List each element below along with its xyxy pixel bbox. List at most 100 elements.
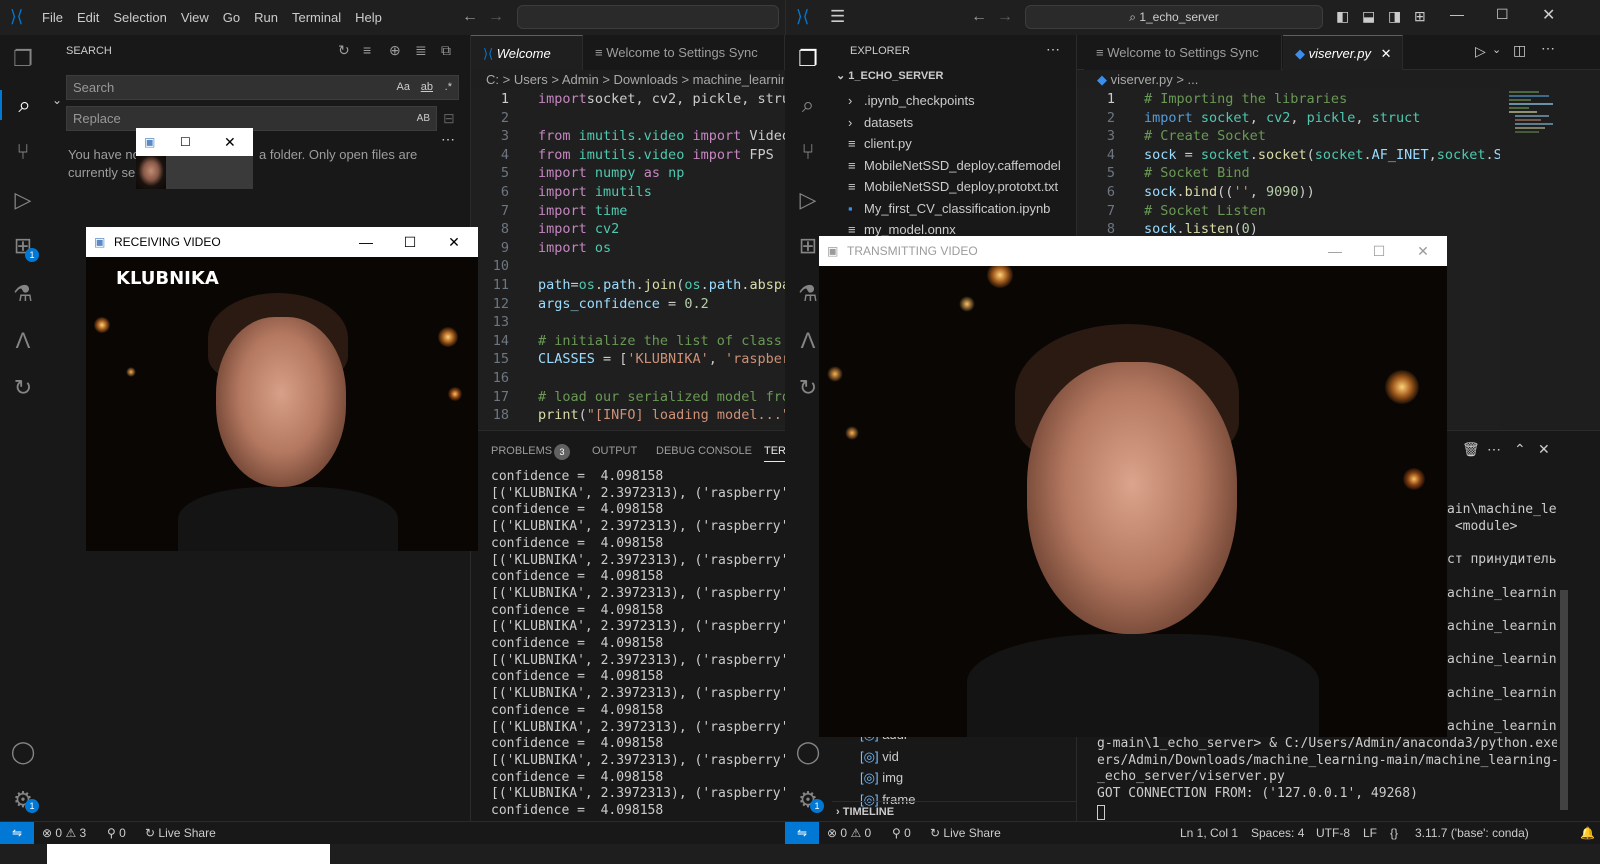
command-center[interactable] xyxy=(517,5,779,29)
code-line[interactable]: # Socket Listen xyxy=(1144,202,1500,221)
toggle-panel-icon[interactable]: ⬓ xyxy=(1362,8,1375,25)
minimize-icon[interactable]: — xyxy=(1450,6,1464,22)
editor-more-icon[interactable]: ⋯ xyxy=(1541,40,1555,57)
preserve-case-icon[interactable]: AB xyxy=(417,107,430,130)
timeline-section[interactable]: › TIMELINE xyxy=(832,801,1076,821)
indentation[interactable]: Spaces: 4 xyxy=(1251,822,1304,844)
code-line[interactable]: importsocket, cv2, pickle, struc xyxy=(538,90,785,109)
right-breadcrumb[interactable]: ◆ viserver.py > ... xyxy=(1097,72,1198,88)
ports-status-right[interactable]: ⚲ 0 xyxy=(892,822,911,844)
code-line[interactable]: sock.bind(('', 9090)) xyxy=(1144,183,1500,202)
outline-item[interactable]: [◎] vid xyxy=(832,746,899,768)
code-line[interactable]: import os xyxy=(538,239,785,258)
toggle-secondary-sidebar-icon[interactable]: ◨ xyxy=(1388,8,1401,25)
explorer-item[interactable]: › .ipynb_checkpoints xyxy=(832,90,975,112)
code-line[interactable]: # initialize the list of class la xyxy=(538,332,785,351)
explorer-item[interactable]: ≡ client.py xyxy=(832,133,912,155)
menu-edit[interactable]: Edit xyxy=(70,0,106,35)
code-line[interactable] xyxy=(538,109,785,128)
notifications-bell-icon[interactable]: 🔔 xyxy=(1580,822,1595,844)
source-control-icon[interactable]: ⑂ xyxy=(8,137,38,167)
explorer-icon-right[interactable]: ❐ xyxy=(793,44,823,74)
code-line[interactable]: sock = socket.socket(socket.AF_INET,sock… xyxy=(1144,146,1500,165)
collapse-all-icon[interactable]: ≣ xyxy=(415,42,427,59)
outline-item[interactable]: [◎] img xyxy=(832,767,903,789)
encoding[interactable]: UTF-8 xyxy=(1316,822,1350,844)
testing-icon[interactable]: ⚗ xyxy=(8,279,38,309)
code-line[interactable]: print("[INFO] loading model...") xyxy=(538,406,785,425)
minimap[interactable] xyxy=(1505,89,1555,149)
run-options-chevron-icon[interactable]: ⌄ xyxy=(1492,43,1501,56)
receiving-minimize-icon[interactable]: — xyxy=(344,227,388,257)
small-preview-window[interactable]: ▣ ☐ ✕ xyxy=(136,128,253,189)
menu-go[interactable]: Go xyxy=(216,0,247,35)
tab-welcome[interactable]: ⟩⟨ Welcome xyxy=(471,35,583,70)
clear-results-icon[interactable]: ≡ xyxy=(363,42,371,58)
customize-layout-icon[interactable]: ⊞ xyxy=(1414,8,1426,25)
transmitting-video-window[interactable]: ▣ TRANSMITTING VIDEO — ☐ ✕ xyxy=(819,236,1447,737)
explorer-item[interactable]: ≡ MobileNetSSD_deploy.caffemodel xyxy=(832,155,1061,177)
search-input[interactable]: Search Aa ab .* xyxy=(66,75,459,100)
tab-settings-sync-right[interactable]: ≡ Welcome to Settings Sync xyxy=(1084,35,1282,70)
close-panel-icon[interactable]: ✕ xyxy=(1538,441,1550,458)
hamburger-menu-icon[interactable]: ☰ xyxy=(830,7,845,27)
replace-all-icon[interactable]: ⊟ xyxy=(443,110,455,127)
code-line[interactable]: import numpy as np xyxy=(538,164,785,183)
kill-terminal-icon[interactable]: 🗑 xyxy=(1462,441,1480,458)
code-line[interactable]: # Socket Bind xyxy=(1144,164,1500,183)
toggle-replace-chevron-icon[interactable]: ⌄ xyxy=(52,93,62,107)
small-close-icon[interactable]: ✕ xyxy=(224,128,236,156)
code-line[interactable]: from imutils.video import VideoSt xyxy=(538,127,785,146)
panel-tab-debug-console[interactable]: DEBUG CONSOLE xyxy=(656,440,752,462)
left-terminal[interactable]: confidence = 4.098158 [('KLUBNIKA', 2.397… xyxy=(491,469,785,821)
receiving-video-window[interactable]: ▣ RECEIVING VIDEO — ☐ ✕ KLUBNIKA xyxy=(86,227,478,551)
accounts-icon[interactable]: ◯ xyxy=(8,737,38,767)
transmitting-close-icon[interactable]: ✕ xyxy=(1401,236,1445,266)
match-whole-word-icon[interactable]: ab xyxy=(421,76,433,99)
code-line[interactable]: args_confidence = 0.2 xyxy=(538,295,785,314)
explorer-more-icon[interactable]: ⋯ xyxy=(1046,41,1060,58)
code-line[interactable]: # Create Socket xyxy=(1144,127,1500,146)
code-line[interactable] xyxy=(538,257,785,276)
forward-arrow-icon-right[interactable]: → xyxy=(997,8,1013,26)
menu-selection[interactable]: Selection xyxy=(106,0,173,35)
code-line[interactable]: # Importing the libraries xyxy=(1144,90,1500,109)
menu-terminal[interactable]: Terminal xyxy=(285,0,348,35)
explorer-item[interactable]: › datasets xyxy=(832,112,913,134)
code-line[interactable]: import socket, cv2, pickle, struct xyxy=(1144,109,1500,128)
receiving-close-icon[interactable]: ✕ xyxy=(432,227,476,257)
code-line[interactable]: path=os.path.join(os.path.abspath xyxy=(538,276,785,295)
code-line[interactable]: import cv2 xyxy=(538,220,785,239)
toggle-sidebar-icon[interactable]: ◧ xyxy=(1336,8,1349,25)
run-debug-icon-right[interactable]: ▷ xyxy=(793,185,823,215)
live-share-status-right[interactable]: ↻ Live Share xyxy=(930,822,1001,844)
run-python-icon[interactable]: ▷ xyxy=(1475,43,1486,60)
source-control-icon-right[interactable]: ⑂ xyxy=(793,137,823,167)
match-case-icon[interactable]: Aa xyxy=(397,76,410,99)
new-search-editor-icon[interactable]: ⊕ xyxy=(389,42,401,59)
more-options-icon[interactable]: ⋯ xyxy=(441,131,455,148)
maximize-icon[interactable]: ☐ xyxy=(1496,6,1509,23)
problems-status-right[interactable]: ⊗ 0 ⚠ 0 xyxy=(827,822,871,844)
ports-status[interactable]: ⚲ 0 xyxy=(107,822,126,844)
code-line[interactable] xyxy=(538,313,785,332)
terminal-scrollbar[interactable] xyxy=(1560,590,1568,810)
right-terminal[interactable]: g-main\1_echo_server> & C:/Users/Admin/a… xyxy=(1097,736,1557,821)
panel-tab-output[interactable]: OUTPUT xyxy=(592,440,637,462)
forward-arrow-icon[interactable]: → xyxy=(488,8,504,26)
explorer-icon[interactable]: ❐ xyxy=(8,44,38,74)
right-terminal-fragments[interactable]: ain\machine_le <module> ст принудитель ach… xyxy=(1447,502,1557,742)
command-center-right[interactable]: ⌕ 1_echo_server xyxy=(1025,5,1323,29)
menu-view[interactable]: View xyxy=(174,0,216,35)
code-line[interactable] xyxy=(538,369,785,388)
tab-settings-sync[interactable]: ≡ Welcome to Settings Sync xyxy=(583,35,785,70)
problems-status[interactable]: ⊗ 0 ⚠ 3 xyxy=(42,822,86,844)
remote-indicator-right[interactable]: ⇋ xyxy=(785,822,819,844)
azure-icon[interactable]: Λ xyxy=(8,326,38,356)
left-breadcrumb[interactable]: C: > Users > Admin > Downloads > machine… xyxy=(486,72,784,87)
menu-help[interactable]: Help xyxy=(348,0,389,35)
explorer-item[interactable]: ▪ My_first_CV_classification.ipynb xyxy=(832,198,1050,220)
maximize-panel-icon[interactable]: ⌃ xyxy=(1514,441,1526,458)
run-debug-icon[interactable]: ▷ xyxy=(8,185,38,215)
search-icon[interactable]: ⌕ xyxy=(0,90,47,120)
